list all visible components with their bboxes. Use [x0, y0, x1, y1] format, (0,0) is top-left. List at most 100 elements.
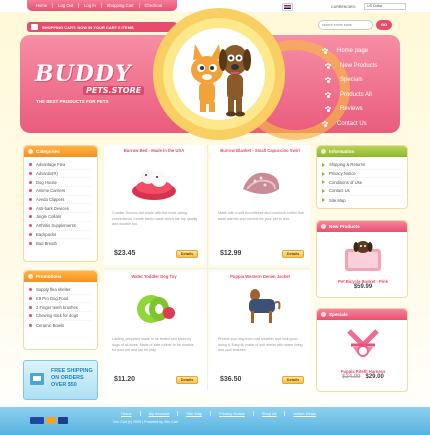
product-description: Cuddler Houses are made with the most ca… — [112, 211, 198, 227]
dog-jacket-image[interactable] — [235, 285, 285, 330]
categories-list: Advantage Flea Advantix(R) Dog House Ari… — [24, 157, 97, 252]
menu-label: Contact Us — [337, 120, 367, 127]
arrow-icon — [322, 162, 325, 167]
blanket-image[interactable] — [235, 159, 285, 204]
harness-image[interactable] — [339, 325, 387, 367]
nav-logout-link[interactable]: Log Out — [53, 3, 80, 8]
cat-and-dog-mascot-icon — [191, 44, 251, 117]
paw-icon — [321, 224, 326, 229]
footer-link-home[interactable]: Home — [113, 411, 141, 416]
paw-icon — [320, 135, 327, 142]
footer-link-shop-all[interactable]: Shop All — [254, 411, 286, 416]
promotion-item[interactable]: K9 Pro Dog Food — [29, 295, 92, 304]
footer-link-sitemap[interactable]: Site Map — [178, 411, 212, 416]
page: Home Log Out Log In Shopping Cart Checko… — [0, 0, 430, 435]
category-item[interactable]: Aveda Clippers — [29, 196, 92, 205]
info-link[interactable]: Site Map — [322, 196, 402, 205]
paw-icon — [321, 312, 326, 317]
nav-checkout-link[interactable]: Checkout — [140, 3, 168, 8]
promotions-list: Supply flea shelter K9 Pro Dog Food 2 Fi… — [24, 282, 97, 333]
bullet-icon — [29, 198, 32, 202]
footer-link-deals[interactable]: Action Deals — [285, 411, 323, 416]
promotion-item[interactable]: Chewing stick for dogs — [29, 312, 92, 321]
currencies-label: CURRENCIES: — [331, 5, 356, 9]
logo-title[interactable]: BUDDY — [35, 61, 132, 87]
menu-label: Specials — [340, 77, 363, 84]
details-button[interactable]: Details — [282, 250, 304, 258]
category-item[interactable]: Anti-bark Devices — [29, 204, 92, 214]
promotion-item[interactable]: 2 Finger teeth brushes — [29, 303, 92, 313]
category-item[interactable]: Advantix(R) — [29, 170, 92, 179]
product-title[interactable]: Puppia Western Denim Jacket — [210, 274, 310, 279]
product-price: $11.20 — [114, 376, 136, 383]
bullet-icon — [29, 288, 32, 292]
promotion-item[interactable]: Supply flea shelter — [29, 286, 92, 295]
special-item: Puppia Ritefit Harness $34.99 $29.00 — [317, 369, 409, 380]
bullet-icon — [29, 242, 32, 246]
menu-item-reviews[interactable]: Reviews — [325, 102, 377, 117]
dog-bed-image[interactable] — [129, 159, 179, 204]
category-item[interactable]: Dog House — [29, 178, 92, 188]
dog-toy-image[interactable] — [129, 285, 179, 330]
bullet-icon — [29, 189, 32, 193]
bullet-icon — [29, 305, 32, 309]
bicycle-basket-image[interactable] — [339, 235, 387, 275]
product-title[interactable]: Water Toddler Dog Toy — [104, 274, 204, 279]
category-item[interactable]: Backpacks — [29, 231, 92, 240]
bullet-icon — [29, 215, 32, 219]
special-price-row: $34.99 $29.00 — [317, 374, 409, 380]
information-header: Information — [317, 146, 407, 157]
currency-select[interactable]: US Dollar — [364, 3, 406, 10]
cart-status[interactable]: SHOPPING CART: NOW IN YOUR CART 0 ITEMS — [27, 22, 177, 32]
free-shipping-line3: OVER $50 — [51, 382, 77, 388]
promotion-item[interactable]: Ceramic Bowls — [29, 321, 92, 330]
nav-login-link[interactable]: Log In — [79, 3, 102, 8]
paw-icon — [325, 77, 332, 84]
paw-icon — [325, 62, 332, 69]
paw-icon — [28, 274, 33, 279]
search-button[interactable]: GO — [376, 20, 392, 30]
product-card: Water Toddler Dog Toy Lasting, prepared … — [104, 271, 204, 391]
categories-header: Categories — [24, 146, 97, 157]
product-title[interactable]: Burrow Bed - Made in the USA — [104, 148, 204, 153]
english-flag-icon[interactable] — [283, 4, 292, 10]
information-box: Information Shipping & Returns Privacy N… — [316, 145, 408, 209]
category-item[interactable]: Arthritis Supplements — [29, 222, 92, 231]
details-button[interactable]: Details — [282, 376, 304, 384]
footer-link-privacy[interactable]: Privacy Notice — [211, 411, 254, 416]
info-link[interactable]: Privacy Notice — [322, 170, 402, 179]
bullet-icon — [29, 224, 32, 228]
logo-tagline: THE BEST PRODUCTS FOR PETS — [36, 99, 109, 104]
menu-item-faq[interactable]: FAQ — [320, 131, 377, 146]
search-input[interactable]: search entire store — [318, 20, 373, 30]
special-old-price: $34.99 — [342, 374, 361, 380]
product-grid: Burrow Bed - Made in the USA Cuddler Hou… — [104, 145, 310, 395]
menu-item-specials[interactable]: Specials — [325, 73, 377, 88]
nav-cart-link[interactable]: Shopping Cart — [102, 3, 140, 8]
logo-subtitle: PETS.STORE — [83, 86, 145, 95]
category-item[interactable]: Bad Breath — [29, 239, 92, 248]
category-item[interactable]: Aritime Carriers — [29, 187, 92, 196]
details-button[interactable]: Details — [176, 250, 198, 258]
info-link[interactable]: Conditions of Use — [322, 178, 402, 188]
bullet-icon — [29, 163, 32, 167]
menu-item-home[interactable]: Home page — [322, 44, 377, 59]
paw-icon — [325, 106, 332, 113]
free-shipping-banner[interactable]: FREE SHIPPING ON ORDERS OVER $50 — [23, 360, 98, 400]
menu-item-products-all[interactable]: Products All — [325, 88, 377, 103]
menu-item-new-products[interactable]: New Products — [325, 59, 377, 74]
special-price: $29.00 — [365, 374, 384, 380]
menu-item-contact-us[interactable]: Contact Us — [322, 117, 377, 132]
new-product-price: $59.99 — [353, 284, 373, 290]
info-link[interactable]: Contact Us — [322, 187, 402, 196]
mastercard-icon — [46, 417, 56, 424]
paypal-icon — [30, 417, 44, 424]
product-title[interactable]: Burrow Blanket - Small Capuccino Swirl — [210, 148, 310, 153]
footer-link-account[interactable]: My Account — [141, 411, 179, 416]
category-item[interactable]: Jingle Collars — [29, 213, 92, 222]
product-description: Lasting, prepared made to be tested and … — [112, 337, 194, 353]
nav-home-link[interactable]: Home — [31, 3, 54, 8]
details-button[interactable]: Details — [176, 376, 198, 384]
info-link[interactable]: Shipping & Returns — [322, 161, 402, 170]
category-item[interactable]: Advantage Flea — [29, 161, 92, 170]
